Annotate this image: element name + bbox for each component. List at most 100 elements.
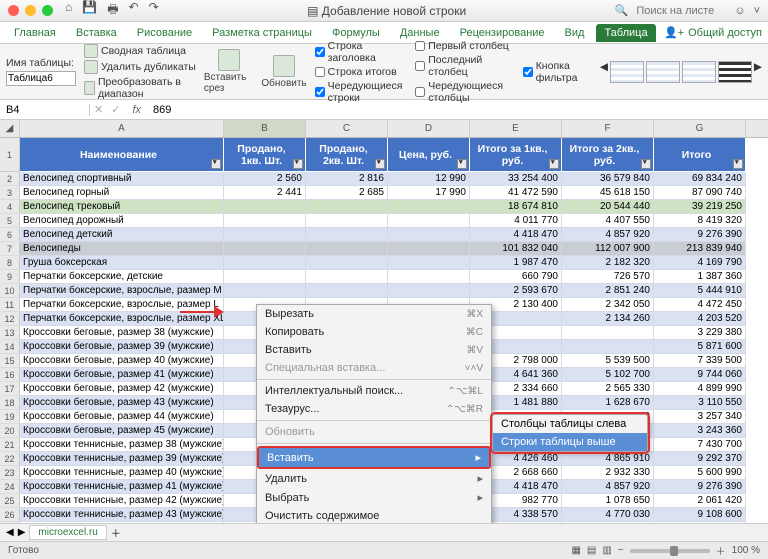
table-header[interactable]: Продано, 1кв. Шт.: [224, 138, 306, 172]
row-header[interactable]: 20: [0, 424, 20, 438]
cell[interactable]: [388, 270, 470, 284]
close-icon[interactable]: [8, 5, 19, 16]
cell[interactable]: 4 857 920: [562, 228, 654, 242]
cell[interactable]: [224, 270, 306, 284]
filter-icon[interactable]: [211, 159, 221, 169]
cell[interactable]: 4 857 920: [562, 480, 654, 494]
cell[interactable]: 4 865 910: [562, 452, 654, 466]
cell[interactable]: 3 229 380: [654, 326, 746, 340]
filter-icon[interactable]: [733, 159, 743, 169]
menu-paste[interactable]: Вставить⌘V: [257, 341, 491, 359]
cell[interactable]: [224, 242, 306, 256]
cell[interactable]: Кроссовки теннисные, размер 44 (мужские): [20, 522, 224, 523]
search-input[interactable]: [636, 5, 726, 17]
user-icon[interactable]: ☺: [734, 5, 745, 17]
cell[interactable]: [306, 256, 388, 270]
zoom-in-icon[interactable]: ＋: [716, 543, 726, 558]
cell[interactable]: 2 560: [224, 172, 306, 186]
tab-draw[interactable]: Рисование: [129, 24, 200, 42]
table-row[interactable]: 7Велосипеды101 832 040112 007 900213 839…: [0, 242, 768, 256]
tab-layout[interactable]: Разметка страницы: [204, 24, 320, 42]
share-button[interactable]: 👤+ Общий доступ: [664, 26, 762, 39]
cell[interactable]: [224, 228, 306, 242]
cell[interactable]: Перчатки боксерские, взрослые, размер M: [20, 284, 224, 298]
cell[interactable]: 18 674 810: [470, 200, 562, 214]
style-nav-right[interactable]: ▶: [754, 61, 762, 83]
cell[interactable]: 5 539 500: [562, 354, 654, 368]
cell[interactable]: Кроссовки беговые, размер 38 (мужские): [20, 326, 224, 340]
cell[interactable]: 5 444 910: [654, 284, 746, 298]
cell[interactable]: 9 744 060: [654, 368, 746, 382]
sheet-tab[interactable]: microexcel.ru: [29, 525, 106, 540]
sheet-nav-right[interactable]: ▶: [18, 527, 26, 538]
row-header[interactable]: 13: [0, 326, 20, 340]
style-swatch[interactable]: [610, 61, 644, 83]
cell[interactable]: 7 430 700: [654, 438, 746, 452]
row-header[interactable]: 21: [0, 438, 20, 452]
cancel-icon[interactable]: ✕: [90, 103, 107, 116]
save-icon[interactable]: 💾: [82, 0, 97, 21]
cell[interactable]: [306, 214, 388, 228]
cell[interactable]: 1 957 550: [562, 522, 654, 523]
cell[interactable]: Велосипеды: [20, 242, 224, 256]
row-header[interactable]: 26: [0, 508, 20, 522]
cell[interactable]: 1 387 360: [654, 270, 746, 284]
menu-clear[interactable]: Очистить содержимое: [257, 507, 491, 523]
filter-icon[interactable]: [457, 159, 467, 169]
cell[interactable]: [388, 284, 470, 298]
cell[interactable]: 4 169 790: [654, 256, 746, 270]
row-header[interactable]: 7: [0, 242, 20, 256]
cell[interactable]: Кроссовки беговые, размер 45 (мужские): [20, 424, 224, 438]
cell[interactable]: 41 472 590: [470, 186, 562, 200]
cell[interactable]: 20 544 440: [562, 200, 654, 214]
cell[interactable]: 3 739 320: [654, 522, 746, 523]
tab-view[interactable]: Вид: [557, 24, 593, 42]
row-header[interactable]: 1: [0, 138, 20, 172]
cell[interactable]: Велосипед горный: [20, 186, 224, 200]
tab-table[interactable]: Таблица: [596, 24, 655, 42]
col-header[interactable]: G: [654, 120, 746, 137]
cell[interactable]: [224, 214, 306, 228]
row-header[interactable]: 24: [0, 480, 20, 494]
name-box[interactable]: B4: [0, 104, 90, 116]
opt-banded-rows[interactable]: Чередующиеся строки: [315, 80, 408, 104]
cell[interactable]: [306, 242, 388, 256]
view-layout-icon[interactable]: ▤: [587, 545, 596, 556]
cell[interactable]: [224, 200, 306, 214]
cell[interactable]: Кроссовки теннисные, размер 39 (мужские): [20, 452, 224, 466]
home-icon[interactable]: ⌂: [65, 0, 72, 21]
cell[interactable]: [388, 228, 470, 242]
row-header[interactable]: 19: [0, 410, 20, 424]
maximize-icon[interactable]: [42, 5, 53, 16]
cell[interactable]: Велосипед детский: [20, 228, 224, 242]
cell[interactable]: 4 770 030: [562, 508, 654, 522]
cell[interactable]: [562, 340, 654, 354]
opt-total-row[interactable]: Строка итогов: [315, 66, 408, 78]
minimize-icon[interactable]: [25, 5, 36, 16]
cell[interactable]: 2 816: [306, 172, 388, 186]
menu-delete[interactable]: Удалить: [257, 469, 491, 488]
table-header[interactable]: Продано, 2кв. Шт.: [306, 138, 388, 172]
cell[interactable]: Кроссовки беговые, размер 43 (мужские): [20, 396, 224, 410]
cell[interactable]: 3 110 550: [654, 396, 746, 410]
cell[interactable]: [306, 284, 388, 298]
filter-icon[interactable]: [375, 159, 385, 169]
row-header[interactable]: 27: [0, 522, 20, 523]
cell[interactable]: 69 834 240: [654, 172, 746, 186]
slicer-button[interactable]: Вставить срез: [204, 49, 253, 94]
cell[interactable]: 7 339 500: [654, 354, 746, 368]
row-header[interactable]: 23: [0, 466, 20, 480]
cell[interactable]: [306, 270, 388, 284]
cell[interactable]: [306, 228, 388, 242]
pivot-button[interactable]: Сводная таблица: [84, 44, 196, 58]
submenu-cols-left[interactable]: Столбцы таблицы слева: [493, 415, 647, 433]
cell[interactable]: 4 407 550: [562, 214, 654, 228]
cell[interactable]: 4 418 470: [470, 228, 562, 242]
cell[interactable]: 33 254 400: [470, 172, 562, 186]
filter-icon[interactable]: [293, 159, 303, 169]
cell[interactable]: Груша боксерская: [20, 256, 224, 270]
row-header[interactable]: 14: [0, 340, 20, 354]
row-header[interactable]: 17: [0, 382, 20, 396]
col-header[interactable]: A: [20, 120, 224, 137]
cell[interactable]: Кроссовки теннисные, размер 40 (мужские): [20, 466, 224, 480]
